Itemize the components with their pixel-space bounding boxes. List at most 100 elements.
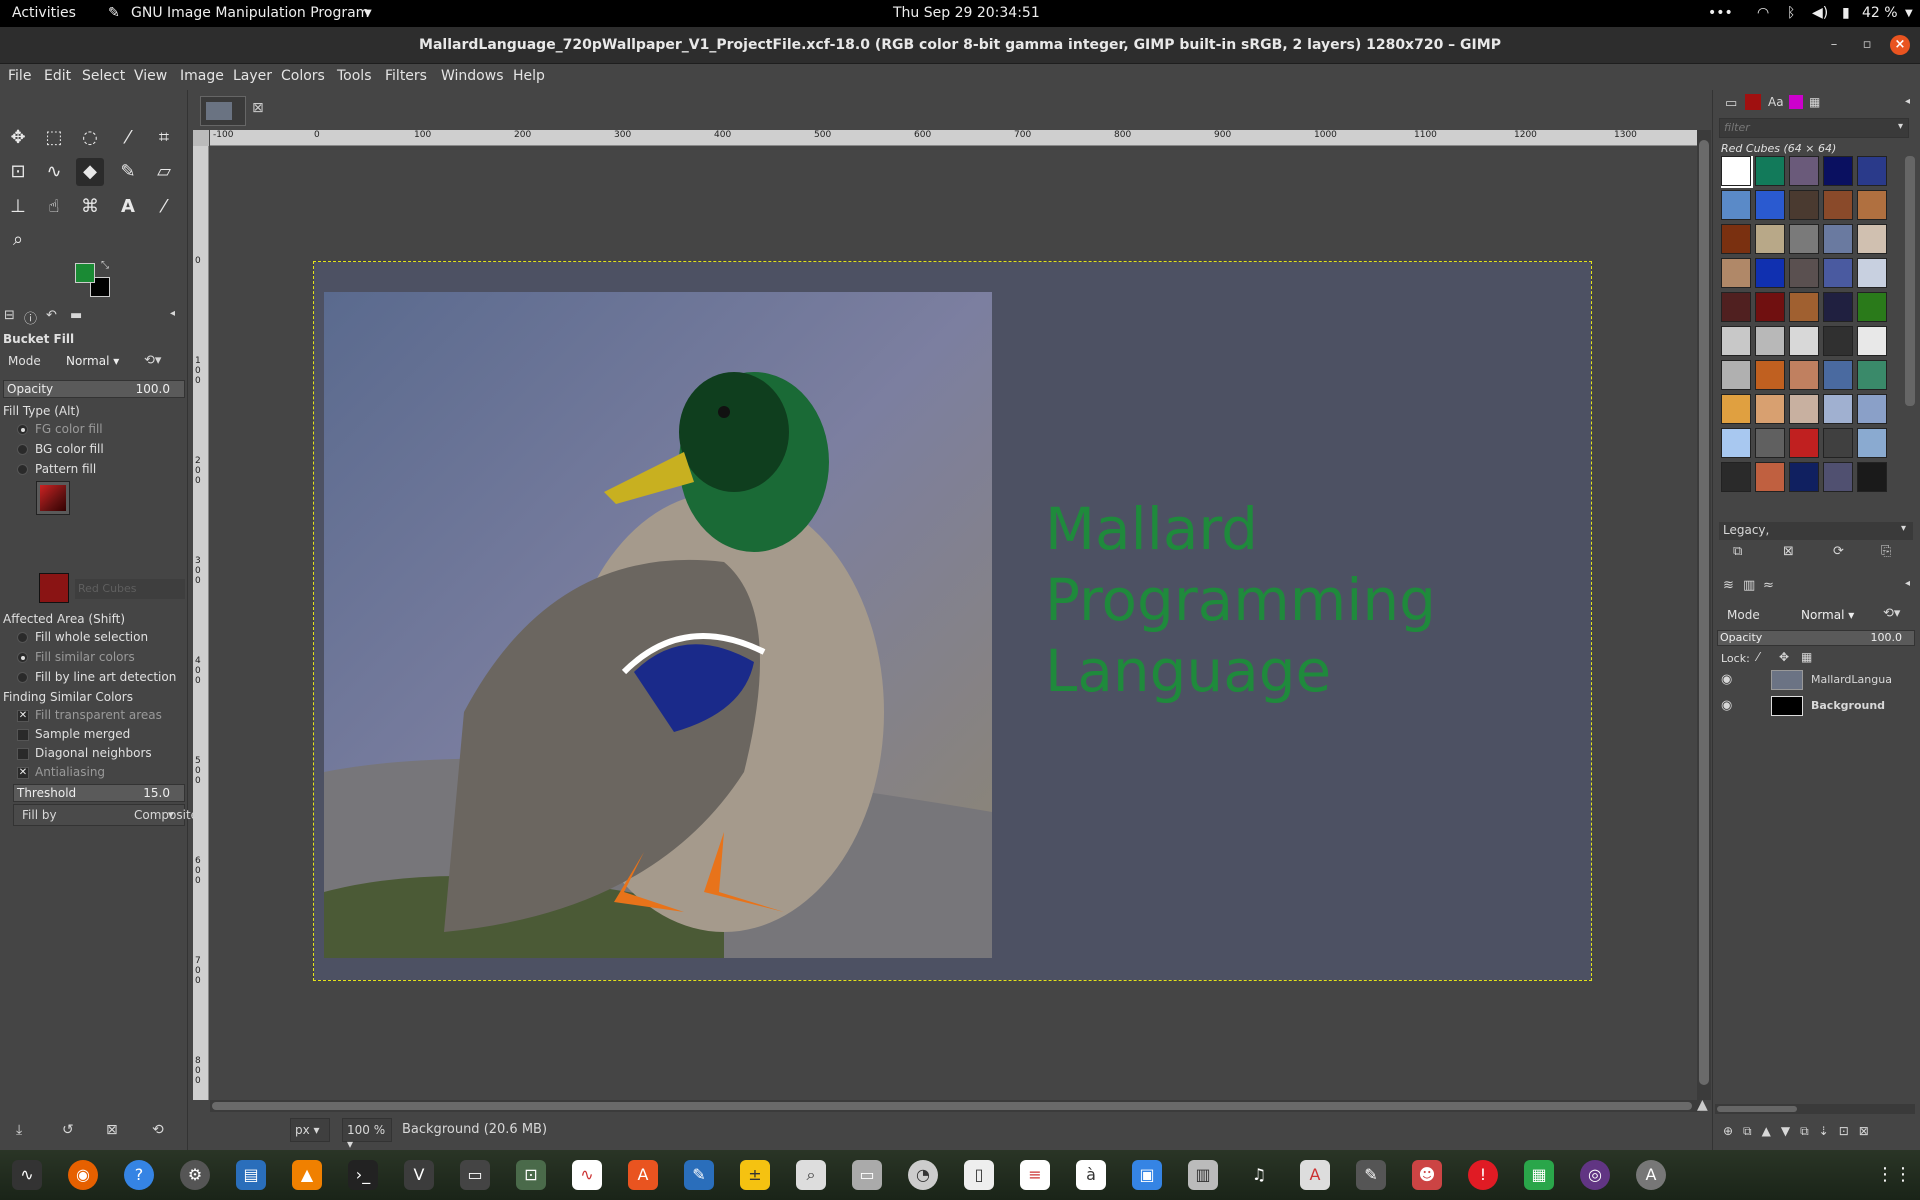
pattern-thumbnail[interactable] — [1721, 428, 1751, 458]
text-editor-icon[interactable]: ✎ — [684, 1160, 714, 1190]
visibility-eye-icon[interactable]: ◉ — [1721, 698, 1732, 713]
menu-filters[interactable]: Filters — [385, 68, 427, 84]
bg-fill-label[interactable]: BG color fill — [35, 442, 104, 456]
tool-options-tab-icon[interactable]: ⊟ — [4, 308, 15, 323]
fuzzy-select-tool-icon[interactable]: ⁄ — [114, 124, 142, 152]
pattern-thumbnail[interactable] — [1857, 360, 1887, 390]
menu-windows[interactable]: Windows — [441, 68, 504, 84]
vertical-ruler[interactable]: 0 1 0 0 2 0 0 3 0 0 4 0 0 5 0 0 6 0 0 7 … — [193, 146, 209, 1100]
sample-merged-label[interactable]: Sample merged — [35, 727, 130, 741]
pattern-thumbnail[interactable] — [1755, 292, 1785, 322]
delete-options-icon[interactable]: ⊠ — [106, 1122, 118, 1138]
menu-tools[interactable]: Tools — [337, 68, 372, 84]
firefox-icon[interactable]: ◉ — [68, 1160, 98, 1190]
smudge-tool-icon[interactable]: ☝ — [40, 193, 68, 221]
layer-opacity-slider[interactable]: Opacity 100.0 — [1717, 630, 1915, 646]
show-apps-icon[interactable]: ⋮⋮ — [1876, 1160, 1912, 1190]
pattern-thumbnail[interactable] — [1789, 394, 1819, 424]
wifi-icon[interactable]: ◠ — [1757, 5, 1769, 21]
horizontal-scroll-thumb[interactable] — [212, 1102, 1692, 1110]
pattern-thumbnail[interactable] — [1755, 394, 1785, 424]
layer-row[interactable]: ◉ Background — [1713, 694, 1919, 718]
pattern-thumbnail[interactable] — [1823, 258, 1853, 288]
pattern-thumbnail[interactable] — [1823, 326, 1853, 356]
layer-row[interactable]: ◉ MallardLangua — [1713, 668, 1919, 692]
vim-icon[interactable]: V — [404, 1160, 434, 1190]
pattern-filter-input[interactable]: filter ▾ — [1719, 118, 1909, 138]
app-menu-chevron-icon[interactable]: ▼ — [364, 8, 372, 19]
minimize-icon[interactable]: – — [1824, 35, 1844, 55]
image-tab[interactable] — [200, 96, 246, 126]
fill-transparent-checkbox[interactable]: ✕ — [17, 710, 29, 722]
document-scanner-icon[interactable]: ≡ — [1020, 1160, 1050, 1190]
fill-whole-selection-label[interactable]: Fill whole selection — [35, 630, 148, 644]
pattern-thumbnail[interactable] — [1789, 190, 1819, 220]
pattern-thumbnail[interactable] — [1789, 428, 1819, 458]
zoom-tool-icon[interactable]: ⌕ — [4, 226, 32, 254]
remote-desktop-icon[interactable]: ▭ — [460, 1160, 490, 1190]
diagonal-neighbors-checkbox[interactable] — [17, 748, 29, 760]
antialiasing-checkbox[interactable]: ✕ — [17, 767, 29, 779]
undo-history-tab-icon[interactable]: ↶ — [46, 308, 57, 323]
menu-help[interactable]: Help — [513, 68, 545, 84]
zoom-dropdown[interactable]: 100 % ▾ — [342, 1118, 392, 1151]
camera-icon[interactable]: ◎ — [1580, 1160, 1610, 1190]
bucket-fill-tool-icon[interactable]: ◆ — [76, 158, 104, 186]
alert-icon[interactable]: ! — [1468, 1160, 1498, 1190]
text-tool-icon[interactable]: A — [114, 193, 142, 221]
pattern-thumbnail[interactable] — [1789, 156, 1819, 186]
swap-colors-icon[interactable]: ⤡ — [101, 260, 109, 271]
free-select-tool-icon[interactable]: ◌ — [76, 124, 104, 152]
pattern-fill-label[interactable]: Pattern fill — [35, 462, 96, 476]
fill-by-dropdown[interactable]: Fill by Composite ▾ — [13, 804, 198, 826]
menu-file[interactable]: File — [8, 68, 31, 84]
pattern-thumbnail[interactable] — [1857, 326, 1887, 356]
warp-transform-tool-icon[interactable]: ∿ — [40, 158, 68, 186]
pattern-thumbnail[interactable] — [1857, 394, 1887, 424]
horizontal-ruler[interactable]: -100 0 100 200 300 400 500 600 700 800 9… — [210, 130, 1700, 146]
pattern-thumbnail[interactable] — [1755, 360, 1785, 390]
sample-merged-checkbox[interactable] — [17, 729, 29, 741]
pattern-thumbnail[interactable] — [1721, 462, 1751, 492]
music-player-icon[interactable]: ♫ — [1244, 1160, 1274, 1190]
lock-pixels-icon[interactable]: ⁄ — [1757, 650, 1759, 664]
layers-tab-icon[interactable]: ≋ — [1723, 578, 1734, 593]
pattern-thumbnail[interactable] — [1789, 224, 1819, 254]
duplicate-pattern-icon[interactable]: ⧉ — [1733, 544, 1742, 559]
open-pattern-icon[interactable]: ⎘ — [1881, 544, 1891, 559]
vlc-icon[interactable]: ▲ — [292, 1160, 322, 1190]
mode-dropdown[interactable]: Normal ▾ — [66, 354, 119, 368]
calculator-icon[interactable]: ± — [740, 1160, 770, 1190]
menu-select[interactable]: Select — [82, 68, 125, 84]
system-menu-chevron-icon[interactable]: ▼ — [1905, 8, 1913, 19]
gradients-tab-icon[interactable] — [1789, 95, 1803, 109]
device-status-tab-icon[interactable]: ⓘ — [24, 308, 37, 327]
layers-hscroll[interactable] — [1715, 1104, 1915, 1114]
horizontal-scrollbar[interactable] — [210, 1100, 1700, 1112]
diagonal-neighbors-label[interactable]: Diagonal neighbors — [35, 746, 152, 760]
fill-line-art-label[interactable]: Fill by line art detection — [35, 670, 176, 684]
restore-options-icon[interactable]: ↺ — [62, 1122, 74, 1138]
save-options-icon[interactable]: ⤓ — [16, 1122, 22, 1138]
palettes-tab-icon[interactable]: ▦ — [1809, 95, 1820, 109]
pattern-thumbnail[interactable] — [1789, 360, 1819, 390]
menu-layer[interactable]: Layer — [233, 68, 272, 84]
reset-mode-icon[interactable]: ⟲▾ — [144, 353, 161, 368]
settings-icon[interactable]: ⚙ — [180, 1160, 210, 1190]
pattern-thumbnail[interactable] — [1857, 190, 1887, 220]
channels-tab-icon[interactable]: ▥ — [1743, 578, 1755, 593]
fill-similar-colors-label[interactable]: Fill similar colors — [35, 650, 135, 664]
layer-actions-icons[interactable]: ⊕⧉▲▼⧉⇣⊡⊠ — [1723, 1124, 1879, 1139]
menu-edit[interactable]: Edit — [44, 68, 71, 84]
game-icon[interactable]: ☻ — [1412, 1160, 1442, 1190]
bg-fill-radio[interactable] — [17, 444, 28, 455]
pattern-thumbnail[interactable] — [1755, 156, 1785, 186]
pattern-fill-radio[interactable] — [17, 464, 28, 475]
pattern-thumbnail[interactable] — [1721, 156, 1753, 188]
ereader-icon[interactable]: ▯ — [964, 1160, 994, 1190]
archive-manager-icon[interactable]: ▥ — [1188, 1160, 1218, 1190]
pattern-thumbnail[interactable] — [1823, 156, 1853, 186]
color-picker-tool-icon[interactable]: ⁄ — [150, 193, 178, 221]
layer-mode-reset-icon[interactable]: ⟲▾ — [1883, 606, 1900, 621]
pattern-thumbnail[interactable] — [1823, 292, 1853, 322]
